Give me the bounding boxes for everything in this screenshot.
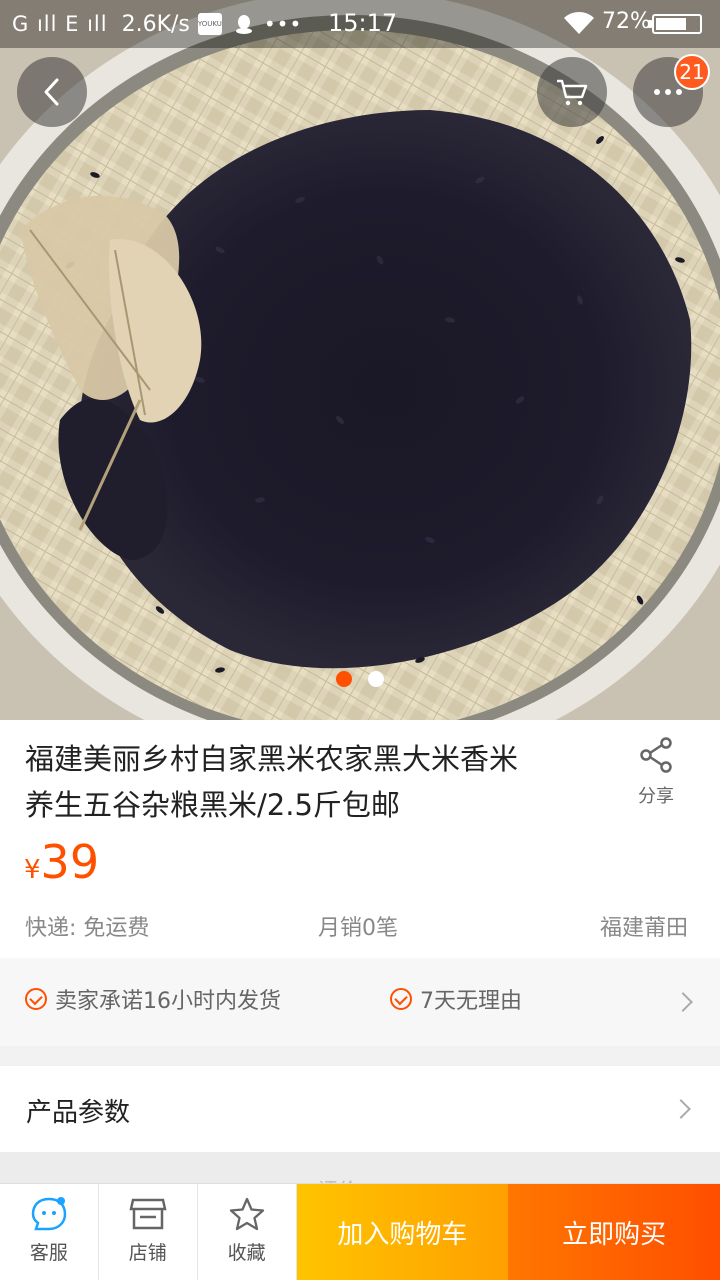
promise-item: 7天无理由: [390, 983, 522, 1015]
favorite-label: 收藏: [227, 1242, 266, 1264]
battery-fill: [656, 18, 687, 30]
signal-indicator: G ıll E ıll: [12, 12, 108, 36]
notification-badge: 21: [674, 54, 710, 90]
carousel-dot[interactable]: [368, 671, 384, 687]
cart-button[interactable]: [537, 57, 607, 127]
product-image[interactable]: [0, 0, 720, 720]
clock: 15:17: [328, 9, 398, 37]
customer-service-button[interactable]: 客服: [0, 1184, 99, 1280]
status-bar: G ıll E ıll 2.6K/s YOUKU ••• 15:17 72%: [0, 0, 720, 48]
shop-label: 店铺: [128, 1242, 167, 1264]
product-title-line2: 养生五谷杂粮黑米/2.5斤包邮: [25, 788, 400, 822]
buy-now-button[interactable]: 立即购买: [508, 1184, 720, 1280]
reviews-peek: 评价: [0, 1152, 720, 1202]
price-value: 39: [40, 835, 100, 889]
check-circle-icon: [25, 988, 47, 1010]
product-title-line1: 福建美丽乡村自家黑米农家黑大米香米: [25, 742, 519, 776]
promise-label: 7天无理由: [420, 989, 522, 1014]
favorite-button[interactable]: 收藏: [198, 1184, 297, 1280]
share-button[interactable]: 分享: [624, 736, 688, 808]
more-notifications-icon: •••: [263, 12, 303, 36]
add-to-cart-button[interactable]: 加入购物车: [296, 1184, 509, 1280]
carousel-dot-active[interactable]: [336, 671, 352, 687]
service-promises[interactable]: 卖家承诺16小时内发货 7天无理由: [0, 958, 720, 1046]
params-label: 产品参数: [26, 1098, 131, 1128]
shop-button[interactable]: 店铺: [99, 1184, 198, 1280]
youku-icon: YOUKU: [197, 13, 222, 35]
promise-item: 卖家承诺16小时内发货: [25, 983, 281, 1015]
bottom-action-bar: 客服 店铺 收藏 加入购物车 立即购买: [0, 1183, 720, 1280]
carousel-indicator: [336, 671, 384, 687]
chevron-left-icon: [44, 78, 59, 106]
chevron-right-icon: [671, 1099, 691, 1119]
share-icon: [640, 737, 672, 773]
chat-face-icon: [31, 1197, 67, 1231]
battery-percent: 72%: [602, 9, 651, 34]
product-title: 福建美丽乡村自家黑米农家黑大米香米 养生五谷杂粮黑米/2.5斤包邮: [25, 736, 585, 828]
back-button[interactable]: [17, 57, 87, 127]
product-info: 福建美丽乡村自家黑米农家黑大米香米 养生五谷杂粮黑米/2.5斤包邮 分享 ¥39…: [0, 720, 720, 958]
qq-icon: [235, 15, 252, 34]
price: ¥39: [24, 835, 99, 889]
more-icon: [654, 89, 682, 95]
customer-service-label: 客服: [29, 1242, 68, 1264]
location: 福建莆田: [600, 916, 689, 941]
check-circle-icon: [390, 988, 412, 1010]
store-icon: [129, 1198, 167, 1230]
battery-icon: [648, 14, 702, 34]
cart-icon: [557, 79, 588, 106]
network-speed: 2.6K/s: [121, 11, 190, 37]
monthly-sales: 月销0笔: [318, 916, 398, 941]
wifi-icon: [564, 12, 594, 34]
shipping-info: 快递: 免运费: [25, 916, 150, 941]
chevron-right-icon: [673, 992, 693, 1012]
share-label: 分享: [638, 786, 674, 807]
currency-symbol: ¥: [24, 855, 41, 885]
product-params-row[interactable]: 产品参数: [0, 1066, 720, 1152]
promise-label: 卖家承诺16小时内发货: [55, 989, 281, 1014]
star-icon: [229, 1197, 264, 1231]
product-photo: [0, 0, 720, 720]
